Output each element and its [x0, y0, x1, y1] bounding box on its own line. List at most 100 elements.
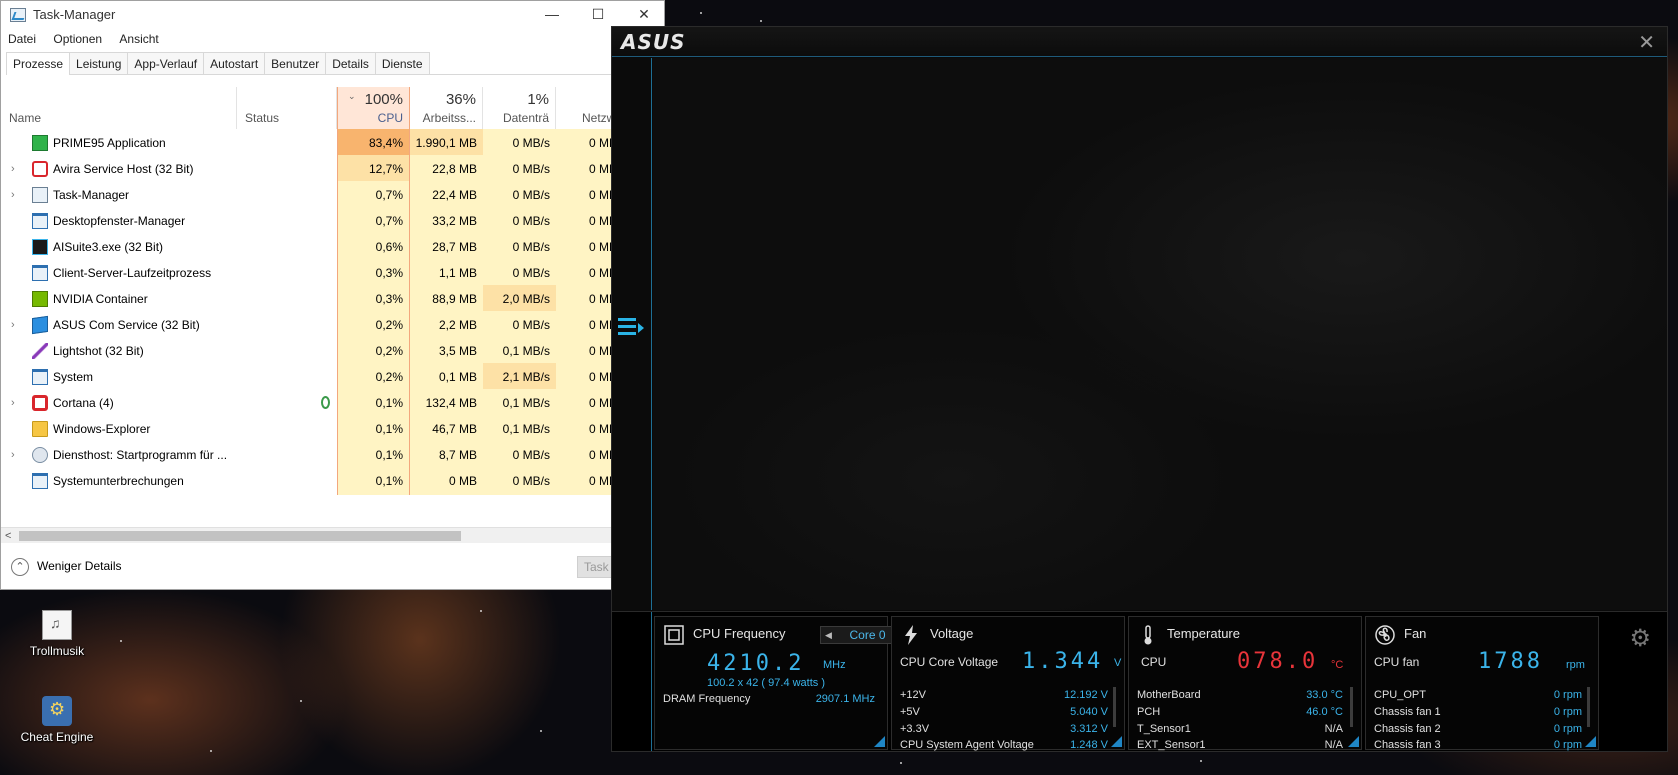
table-row[interactable]: › Diensthost: Startprogramm für ... 0,1% 8,…: [1, 441, 664, 469]
table-row[interactable]: System 0,2% 0,1 MB 2,1 MB/s 0 MBit: [1, 363, 664, 391]
process-cpu: 0,1%: [337, 415, 410, 443]
process-memory: 8,7 MB: [410, 441, 483, 469]
process-disk: 0 MB/s: [483, 441, 556, 469]
main-voltage-value: 1.344: [1022, 649, 1104, 674]
voltage-item-label: +12V: [900, 689, 926, 701]
process-memory: 1,1 MB: [410, 259, 483, 287]
table-row[interactable]: AISuite3.exe (32 Bit) 0,6% 28,7 MB 0 MB/s 0 …: [1, 233, 664, 261]
music-file-icon: [42, 610, 72, 640]
voltage-item-label: CPU System Agent Voltage: [900, 739, 1034, 751]
column-header-memory[interactable]: 36% Arbeitss...: [410, 87, 483, 129]
cpu-frequency-detail: 100.2 x 42 ( 97.4 watts ): [707, 677, 826, 689]
menu-optionen[interactable]: Optionen: [46, 29, 109, 49]
temperature-item-value: 33.0 °C: [1306, 689, 1343, 701]
process-cpu: 0,1%: [337, 441, 410, 469]
collapse-chevron-icon[interactable]: ⌃: [11, 558, 29, 576]
table-row[interactable]: Windows-Explorer 0,1% 46,7 MB 0,1 MB/s 0 MBi…: [1, 415, 664, 443]
voltage-item-value: 1.248 V: [1070, 739, 1108, 751]
process-cpu: 0,7%: [337, 207, 410, 235]
desktop-icon-trollmusik[interactable]: Trollmusik: [12, 610, 102, 658]
tab-prozesse[interactable]: Prozesse: [6, 52, 71, 75]
maximize-icon: ☐: [591, 6, 605, 22]
temperature-panel[interactable]: Temperature CPU 078.0 °C MotherBoard 33.…: [1128, 616, 1362, 751]
process-disk: 0 MB/s: [483, 467, 556, 495]
list-scrollbar[interactable]: [1587, 687, 1590, 727]
scroll-left-icon[interactable]: <: [5, 528, 11, 544]
table-row[interactable]: NVIDIA Container 0,3% 88,9 MB 2,0 MB/s 0 MBi…: [1, 285, 664, 313]
settings-gear-icon[interactable]: ⚙: [1629, 624, 1651, 653]
cpu-frequency-panel[interactable]: CPU Frequency ◀ Core 0 ▶ 4210.2 MHz 100.…: [654, 616, 915, 750]
desktop-icon-label: Cheat Engine: [20, 730, 94, 744]
list-scrollbar[interactable]: [1113, 687, 1116, 727]
table-row[interactable]: Desktopfenster-Manager 0,7% 33,2 MB 0 MB/s 0…: [1, 207, 664, 235]
process-disk: 2,0 MB/s: [483, 285, 556, 313]
fan-item-label: Chassis fan 2: [1374, 723, 1441, 735]
panel-corner-icon: [1348, 736, 1359, 747]
taskmanager-icon: [10, 8, 26, 22]
table-row[interactable]: › ASUS Com Service (32 Bit) 0,2% 2,2 MB 0 MB…: [1, 311, 664, 339]
fan-item-label: Chassis fan 1: [1374, 706, 1441, 718]
temperature-item-label: PCH: [1137, 706, 1161, 718]
process-cpu: 0,2%: [337, 363, 410, 391]
main-temperature-label: CPU: [1141, 655, 1167, 669]
table-row[interactable]: › Avira Service Host (32 Bit) 12,7% 22,8 MB…: [1, 155, 664, 183]
fan-item-label: Chassis fan 3: [1374, 739, 1441, 751]
list-scrollbar[interactable]: [1350, 687, 1353, 727]
voltage-panel[interactable]: Voltage CPU Core Voltage 1.344 V +12V 12…: [891, 616, 1125, 751]
process-memory: 1.990,1 MB: [410, 129, 483, 157]
fewer-details-link[interactable]: Weniger Details: [37, 559, 121, 573]
asus-title-bar[interactable]: ASUS ✕: [612, 27, 1667, 57]
temperature-item-value: N/A: [1324, 739, 1343, 751]
process-status: [237, 363, 337, 391]
process-memory: 46,7 MB: [410, 415, 483, 443]
main-temperature-value: 078.0: [1237, 649, 1319, 674]
table-row[interactable]: PRIME95 Application 83,4% 1.990,1 MB 0 MB/s…: [1, 129, 664, 157]
process-status: [237, 181, 337, 209]
title-bar[interactable]: Task-Manager — ☐ ✕: [1, 1, 664, 29]
process-name: ASUS Com Service (32 Bit): [53, 318, 200, 332]
minimize-button[interactable]: —: [529, 1, 575, 29]
scrollbar-thumb[interactable]: [19, 531, 461, 541]
process-name: Client-Server-Laufzeitprozess: [53, 266, 212, 280]
menu-expand-icon[interactable]: [618, 318, 646, 340]
horizontal-scrollbar[interactable]: <: [1, 527, 664, 543]
tab-autostart[interactable]: Autostart: [203, 52, 266, 74]
process-name: Diensthost: Startprogramm für ...: [53, 448, 228, 462]
prev-core-icon[interactable]: ◀: [825, 627, 832, 643]
dram-frequency-label: DRAM Frequency: [663, 693, 751, 705]
process-status: [237, 155, 337, 183]
column-header-status[interactable]: Status: [237, 87, 337, 129]
process-status: [237, 337, 337, 365]
window-title: Task-Manager: [33, 7, 116, 22]
menu-datei[interactable]: Datei: [1, 29, 43, 49]
table-row[interactable]: Systemunterbrechungen 0,1% 0 MB 0 MB/s 0 MBi…: [1, 467, 664, 495]
tab-benutzer[interactable]: Benutzer: [264, 52, 327, 74]
column-header-name[interactable]: Name: [1, 87, 237, 129]
menu-ansicht[interactable]: Ansicht: [112, 29, 165, 49]
panel-corner-icon: [1585, 736, 1596, 747]
process-disk: 0 MB/s: [483, 181, 556, 209]
desktop-icon-cheat-engine[interactable]: Cheat Engine: [12, 696, 102, 744]
main-fan-label: CPU fan: [1374, 655, 1420, 669]
process-cpu: 83,4%: [337, 129, 410, 157]
process-disk: 0,1 MB/s: [483, 415, 556, 443]
cpu-frequency-unit: MHz: [823, 659, 846, 671]
table-row[interactable]: › Task-Manager 0,7% 22,4 MB 0 MB/s 0 MBit: [1, 181, 664, 209]
asus-close-icon[interactable]: ✕: [1638, 30, 1655, 55]
tab-dienste[interactable]: Dienste: [374, 52, 430, 74]
table-row[interactable]: › Cortana (4) 0,1% 132,4 MB 0,1 MB/s 0 MBit: [1, 389, 664, 417]
tab-app-verlauf[interactable]: App-Verlauf: [127, 52, 205, 74]
tab-leistung[interactable]: Leistung: [69, 52, 129, 74]
close-icon: ✕: [638, 6, 650, 22]
column-header-cpu[interactable]: ⌄ 100% CPU: [337, 87, 410, 129]
process-cpu: 12,7%: [337, 155, 410, 183]
fan-panel[interactable]: Fan CPU fan 1788 rpm CPU_OPT 0 rpm Chass…: [1365, 616, 1599, 751]
close-button[interactable]: ✕: [621, 1, 664, 29]
table-row[interactable]: Lightshot (32 Bit) 0,2% 3,5 MB 0,1 MB/s 0 MB…: [1, 337, 664, 365]
table-row[interactable]: Client-Server-Laufzeitprozess 0,3% 1,1 MB 0…: [1, 259, 664, 287]
maximize-button[interactable]: ☐: [575, 1, 621, 29]
column-header-disk[interactable]: 1% Datenträ: [483, 87, 556, 129]
process-status: [237, 207, 337, 235]
process-memory: 22,8 MB: [410, 155, 483, 183]
tab-details[interactable]: Details: [325, 52, 376, 74]
